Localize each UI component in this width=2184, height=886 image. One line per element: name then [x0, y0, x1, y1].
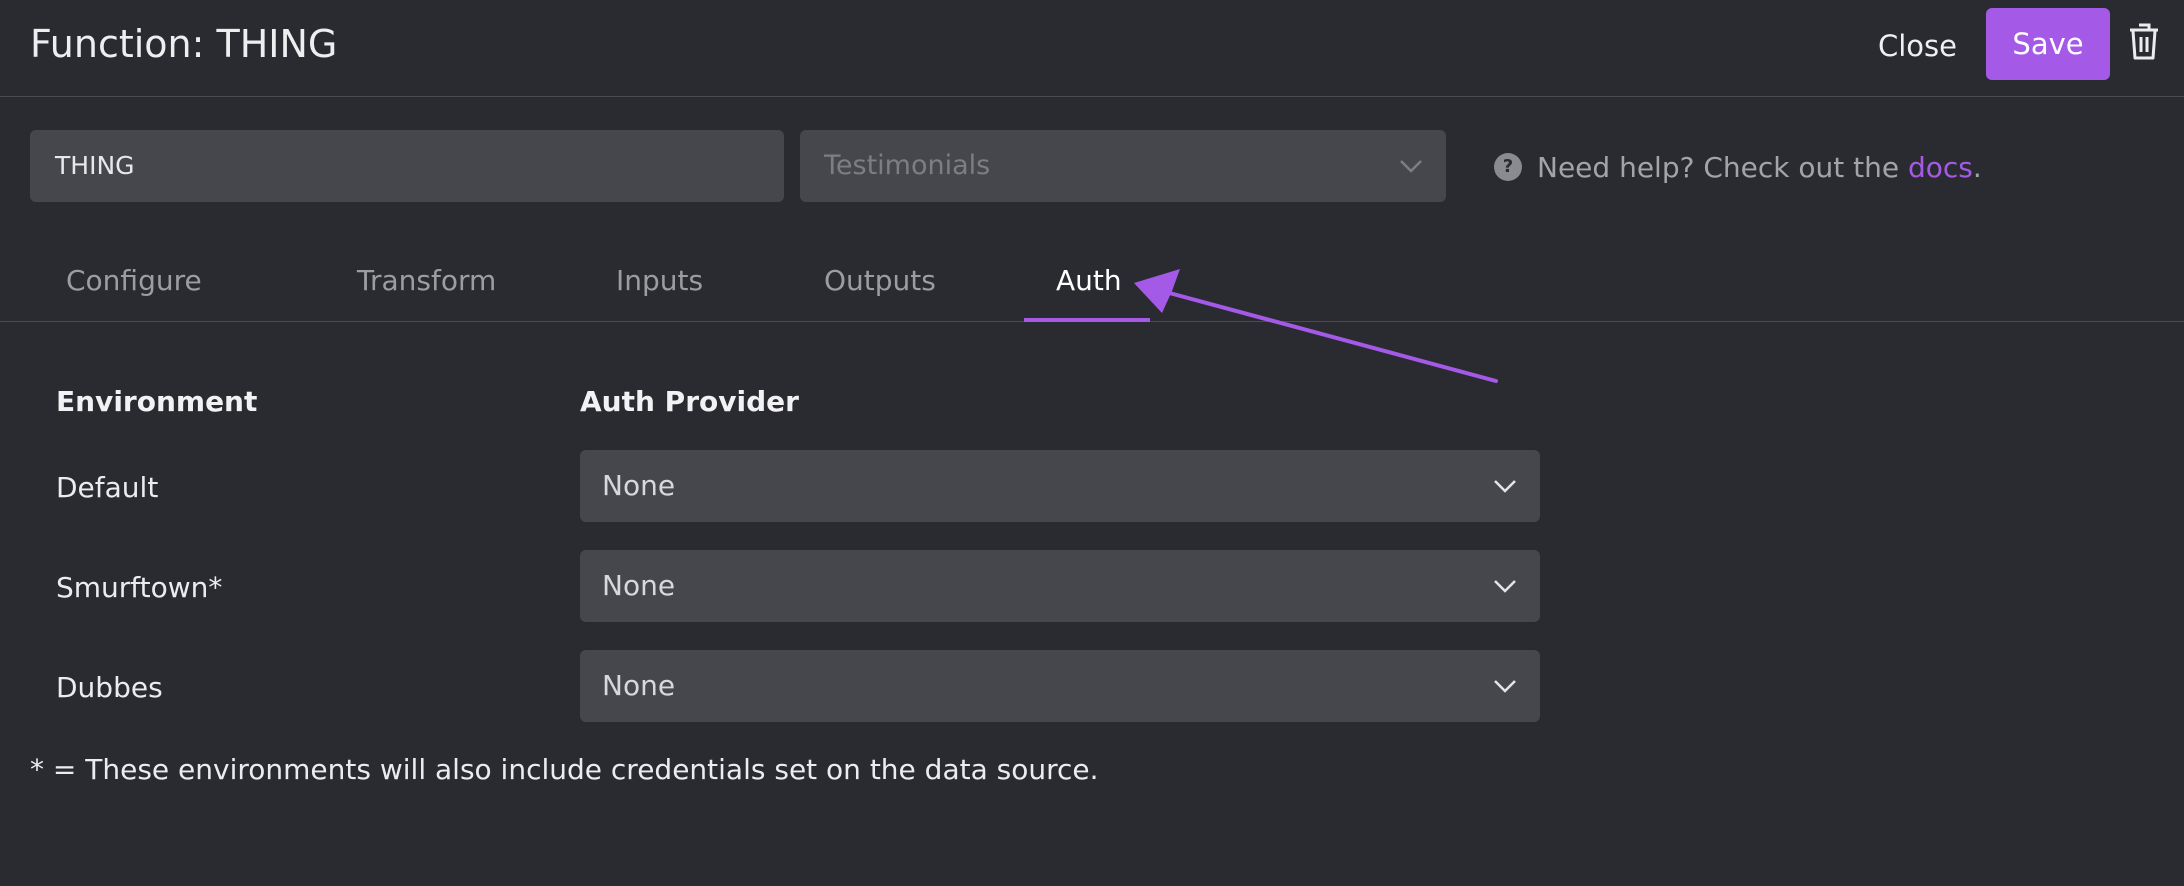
- tab-inputs[interactable]: Inputs: [616, 260, 703, 302]
- trash-icon[interactable]: [2126, 22, 2162, 62]
- save-button[interactable]: Save: [1986, 8, 2110, 80]
- chevron-down-icon: [1494, 580, 1516, 593]
- env-label-dubbes: Dubbes: [56, 671, 163, 704]
- auth-provider-value: None: [602, 569, 676, 602]
- close-button[interactable]: Close: [1860, 22, 1975, 70]
- env-label-default: Default: [56, 471, 159, 504]
- chevron-down-icon: [1494, 680, 1516, 693]
- environment-header: Environment: [56, 385, 258, 418]
- tab-outputs[interactable]: Outputs: [824, 260, 936, 302]
- function-name-input[interactable]: THING: [30, 130, 784, 202]
- tab-auth[interactable]: Auth: [1056, 260, 1122, 302]
- chevron-down-icon: [1400, 160, 1422, 173]
- data-source-select[interactable]: Testimonials: [800, 130, 1446, 202]
- footnote: * = These environments will also include…: [30, 753, 1099, 786]
- auth-provider-select-smurftown[interactable]: None: [580, 550, 1540, 622]
- auth-provider-select-dubbes[interactable]: None: [580, 650, 1540, 722]
- auth-provider-header: Auth Provider: [580, 385, 799, 418]
- env-label-smurftown: Smurftown*: [56, 571, 223, 604]
- tab-transform[interactable]: Transform: [357, 260, 496, 302]
- tab-configure[interactable]: Configure: [66, 260, 202, 302]
- docs-link[interactable]: docs: [1908, 151, 1973, 184]
- help-text: Need help? Check out the docs.: [1537, 151, 1982, 184]
- data-source-placeholder: Testimonials: [824, 150, 991, 181]
- auth-provider-value: None: [602, 469, 676, 502]
- annotation-arrow: [1134, 269, 1498, 383]
- header: Function: THING Close Save: [0, 0, 2184, 97]
- tab-bar: Configure Transform Inputs Outputs Auth: [0, 240, 2184, 322]
- question-icon: ?: [1494, 153, 1522, 181]
- page-title: Function: THING: [30, 22, 338, 66]
- chevron-down-icon: [1494, 480, 1516, 493]
- auth-provider-value: None: [602, 669, 676, 702]
- auth-provider-select-default[interactable]: None: [580, 450, 1540, 522]
